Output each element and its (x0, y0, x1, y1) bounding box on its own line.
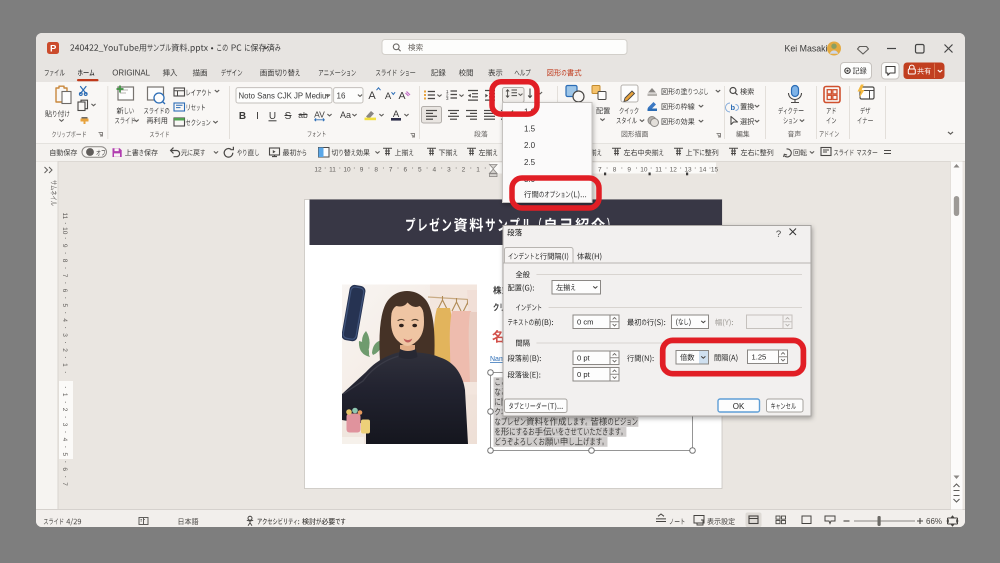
svg-text:10: 10 (61, 227, 68, 235)
svg-text:Kei Masaki: Kei Masaki (785, 43, 828, 53)
svg-text:11: 11 (655, 166, 662, 173)
svg-text:7: 7 (61, 274, 68, 278)
svg-text:7: 7 (61, 482, 68, 486)
svg-text:2: 2 (61, 408, 68, 412)
svg-text:B: B (239, 111, 246, 122)
svg-text:b: b (731, 103, 736, 112)
svg-text:4: 4 (61, 318, 68, 322)
svg-text:5: 5 (418, 166, 422, 173)
svg-text:14: 14 (699, 166, 707, 173)
svg-text:1.25: 1.25 (752, 353, 767, 362)
svg-text:?: ? (776, 229, 781, 240)
svg-text:0 pt: 0 pt (577, 370, 591, 379)
svg-text:2.0: 2.0 (524, 141, 536, 150)
svg-text:66%: 66% (926, 517, 942, 526)
svg-text:4: 4 (61, 438, 68, 442)
svg-text:A: A (385, 91, 392, 102)
svg-text:0 pt: 0 pt (577, 354, 591, 363)
svg-text:5: 5 (61, 452, 68, 456)
svg-text:6: 6 (61, 289, 68, 293)
svg-text:5: 5 (61, 303, 68, 307)
svg-text:3: 3 (61, 333, 68, 337)
svg-text:AV: AV (314, 110, 325, 120)
svg-text:P: P (50, 44, 57, 55)
svg-text:10: 10 (343, 166, 351, 173)
svg-text:7: 7 (389, 166, 393, 173)
svg-text:4: 4 (433, 166, 437, 173)
svg-text:11: 11 (61, 213, 68, 220)
svg-text:1: 1 (61, 363, 68, 367)
svg-text:A: A (398, 90, 405, 102)
svg-text:9: 9 (61, 244, 68, 248)
svg-text:15: 15 (711, 166, 719, 173)
svg-text:2.5: 2.5 (524, 158, 536, 167)
svg-text:ORIGINAL: ORIGINAL (112, 69, 150, 78)
svg-text:16: 16 (337, 92, 346, 101)
svg-text:12: 12 (670, 166, 678, 173)
svg-text:1: 1 (476, 166, 480, 173)
svg-text:OK: OK (733, 402, 745, 411)
svg-text:9: 9 (627, 166, 631, 173)
svg-text:8: 8 (613, 166, 617, 173)
svg-text:0 cm: 0 cm (577, 318, 593, 327)
svg-text:S: S (285, 111, 292, 122)
svg-text:Aa: Aa (340, 110, 351, 120)
svg-text:3: 3 (447, 166, 451, 173)
svg-text:10: 10 (640, 166, 648, 173)
svg-text:11: 11 (329, 166, 336, 173)
svg-text:13: 13 (684, 166, 692, 173)
svg-text:1.5: 1.5 (524, 124, 536, 133)
svg-text:6: 6 (61, 467, 68, 471)
svg-text:8: 8 (374, 166, 378, 173)
svg-text:2: 2 (462, 166, 466, 173)
svg-text:I: I (256, 111, 259, 122)
svg-text:9: 9 (360, 166, 364, 173)
svg-text:1: 1 (61, 393, 68, 397)
svg-text:2: 2 (61, 348, 68, 352)
svg-text:8: 8 (61, 259, 68, 263)
svg-text:6: 6 (403, 166, 407, 173)
svg-text:3: 3 (61, 423, 68, 427)
svg-text:Noto Sans CJK JP Mediur: Noto Sans CJK JP Mediur (239, 92, 330, 101)
svg-text:A: A (368, 90, 376, 102)
svg-text:7: 7 (598, 166, 602, 173)
svg-text:12: 12 (314, 166, 322, 173)
